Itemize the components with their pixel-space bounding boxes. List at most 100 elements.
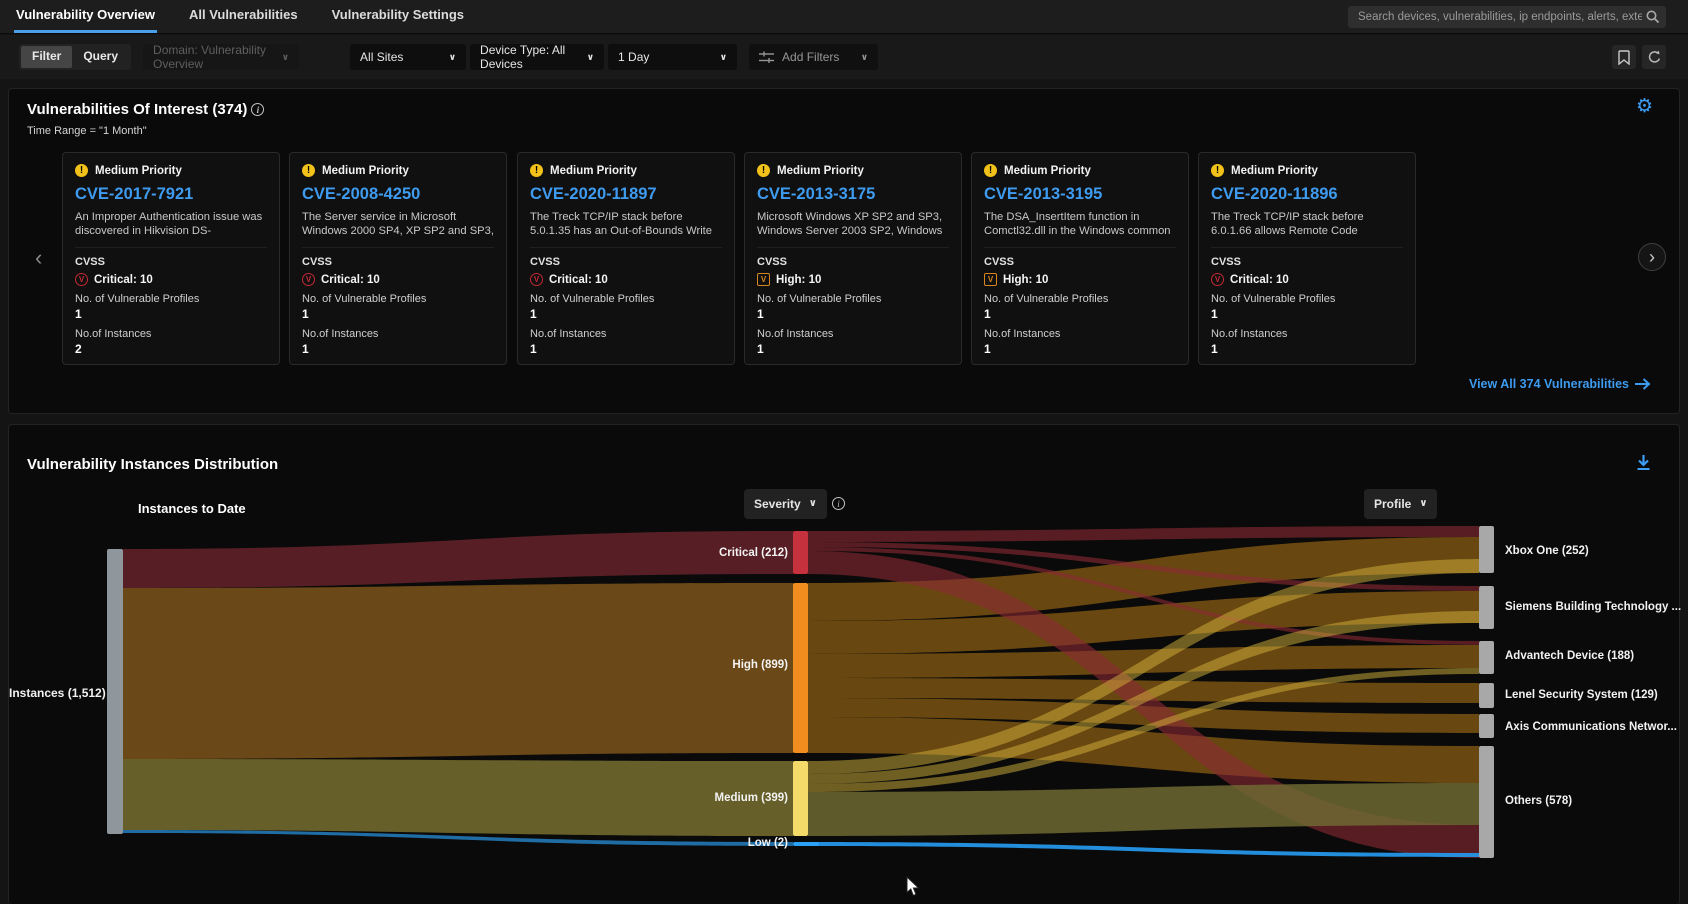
cvss-critical-icon (1211, 273, 1224, 286)
cve-description: The Treck TCP/IP stack before 5.0.1.35 h… (530, 210, 722, 238)
flow-instances-high[interactable] (123, 583, 793, 759)
cvss-score: Critical: 10 (549, 274, 608, 286)
profiles-value: 1 (984, 307, 1176, 321)
node-low[interactable] (793, 842, 819, 846)
cvss-label: CVSS (530, 256, 722, 268)
top-navigation: Vulnerability Overview All Vulnerabiliti… (0, 0, 1688, 34)
cvss-critical-icon (530, 273, 543, 286)
search-icon (1645, 9, 1661, 30)
instances-label: No.of Instances (984, 328, 1176, 340)
priority-label: Medium Priority (95, 165, 182, 177)
sankey-advantech-label: Advantech Device (188) (1505, 650, 1634, 662)
instances-label: No.of Instances (530, 328, 722, 340)
node-instances[interactable] (107, 549, 123, 834)
cvss-score: Critical: 10 (321, 274, 380, 286)
info-icon[interactable] (251, 103, 264, 116)
priority-label: Medium Priority (777, 165, 864, 177)
cvss-critical-icon (75, 273, 88, 286)
priority-icon (302, 164, 315, 177)
time-range-dropdown-label: 1 Day (618, 50, 649, 64)
reset-button[interactable] (1642, 45, 1666, 69)
add-filters-dropdown[interactable]: Add Filters (749, 44, 878, 70)
chevron-down-icon (449, 53, 456, 62)
node-lenel[interactable] (1479, 683, 1494, 708)
filter-mode-button[interactable]: Filter (21, 46, 72, 68)
sankey-siemens-label: Siemens Building Technology ... (1505, 601, 1681, 613)
cve-card: Medium Priority CVE-2013-3175 Microsoft … (744, 152, 962, 365)
node-siemens[interactable] (1479, 586, 1494, 629)
cve-link[interactable]: CVE-2017-7921 (75, 185, 267, 204)
view-all-link[interactable]: View All 374 Vulnerabilities (1469, 377, 1651, 391)
sites-dropdown[interactable]: All Sites (350, 44, 466, 70)
node-high[interactable] (793, 583, 808, 753)
priority-icon (75, 164, 88, 177)
node-advantech[interactable] (1479, 641, 1494, 674)
priority-icon (757, 164, 770, 177)
instances-value: 2 (75, 342, 267, 356)
cve-card: Medium Priority CVE-2013-3195 The DSA_In… (971, 152, 1189, 365)
node-others[interactable] (1479, 746, 1494, 858)
cve-link[interactable]: CVE-2013-3195 (984, 185, 1176, 204)
bookmark-button[interactable] (1612, 45, 1636, 69)
add-filters-label: Add Filters (782, 50, 839, 64)
priority-icon (530, 164, 543, 177)
priority-label: Medium Priority (550, 165, 637, 177)
profiles-label: No. of Vulnerable Profiles (530, 293, 722, 305)
sankey-lenel-label: Lenel Security System (129) (1505, 689, 1658, 701)
device-type-dropdown[interactable]: Device Type: All Devices (470, 44, 604, 70)
cve-link[interactable]: CVE-2020-11897 (530, 185, 722, 204)
sankey-medium-label: Medium (399) (668, 792, 788, 804)
filter-query-toggle: Filter Query (19, 44, 131, 70)
cve-card: Medium Priority CVE-2020-11897 The Treck… (517, 152, 735, 365)
mouse-cursor (906, 876, 922, 902)
divider (75, 247, 267, 248)
priority-label: Medium Priority (1004, 165, 1091, 177)
sankey-others-label: Others (578) (1505, 795, 1572, 807)
node-critical[interactable] (793, 531, 808, 574)
domain-dropdown-label: Domain: Vulnerability Overview (153, 43, 272, 71)
time-range-note: Time Range = "1 Month" (27, 125, 147, 137)
profiles-value: 1 (530, 307, 722, 321)
cvss-score: Critical: 10 (1230, 274, 1289, 286)
node-axis[interactable] (1479, 714, 1494, 738)
cvss-score: High: 10 (1003, 274, 1048, 286)
instances-label: No.of Instances (1211, 328, 1403, 340)
profiles-label: No. of Vulnerable Profiles (75, 293, 267, 305)
instances-label: No.of Instances (757, 328, 949, 340)
view-all-label: View All 374 Vulnerabilities (1469, 377, 1629, 391)
search-input[interactable] (1348, 6, 1666, 28)
query-mode-button[interactable]: Query (72, 46, 129, 68)
time-range-dropdown[interactable]: 1 Day (608, 44, 737, 70)
sliders-icon (759, 51, 774, 64)
flow-instances-critical[interactable] (123, 531, 793, 588)
instances-label: No.of Instances (302, 328, 494, 340)
cvss-label: CVSS (302, 256, 494, 268)
gear-icon[interactable] (1636, 95, 1653, 118)
cve-description: The Server service in Microsoft Windows … (302, 210, 494, 238)
cve-link[interactable]: CVE-2020-11896 (1211, 185, 1403, 204)
profiles-label: No. of Vulnerable Profiles (1211, 293, 1403, 305)
carousel-next-button[interactable] (1638, 243, 1666, 271)
divider (984, 247, 1176, 248)
cve-card: Medium Priority CVE-2017-7921 An Imprope… (62, 152, 280, 365)
tab-vulnerability-overview[interactable]: Vulnerability Overview (14, 0, 157, 33)
tab-vulnerability-settings[interactable]: Vulnerability Settings (330, 0, 466, 33)
divider (530, 247, 722, 248)
node-xbox-one[interactable] (1479, 526, 1494, 573)
sankey-xbox-label: Xbox One (252) (1505, 545, 1589, 557)
chevron-down-icon (282, 53, 289, 62)
tab-all-vulnerabilities[interactable]: All Vulnerabilities (187, 0, 300, 33)
domain-dropdown[interactable]: Domain: Vulnerability Overview (143, 44, 299, 70)
vulnerabilities-of-interest-panel: Vulnerabilities Of Interest (374) Time R… (8, 88, 1680, 414)
refresh-icon (1647, 50, 1662, 65)
profiles-label: No. of Vulnerable Profiles (984, 293, 1176, 305)
cve-card: Medium Priority CVE-2020-11896 The Treck… (1198, 152, 1416, 365)
cvss-label: CVSS (75, 256, 267, 268)
cve-link[interactable]: CVE-2013-3175 (757, 185, 949, 204)
cve-link[interactable]: CVE-2008-4250 (302, 185, 494, 204)
cvss-critical-icon (302, 273, 315, 286)
carousel-prev-button[interactable] (35, 247, 42, 269)
cvss-score: Critical: 10 (94, 274, 153, 286)
cvss-label: CVSS (1211, 256, 1403, 268)
node-medium[interactable] (793, 761, 808, 836)
